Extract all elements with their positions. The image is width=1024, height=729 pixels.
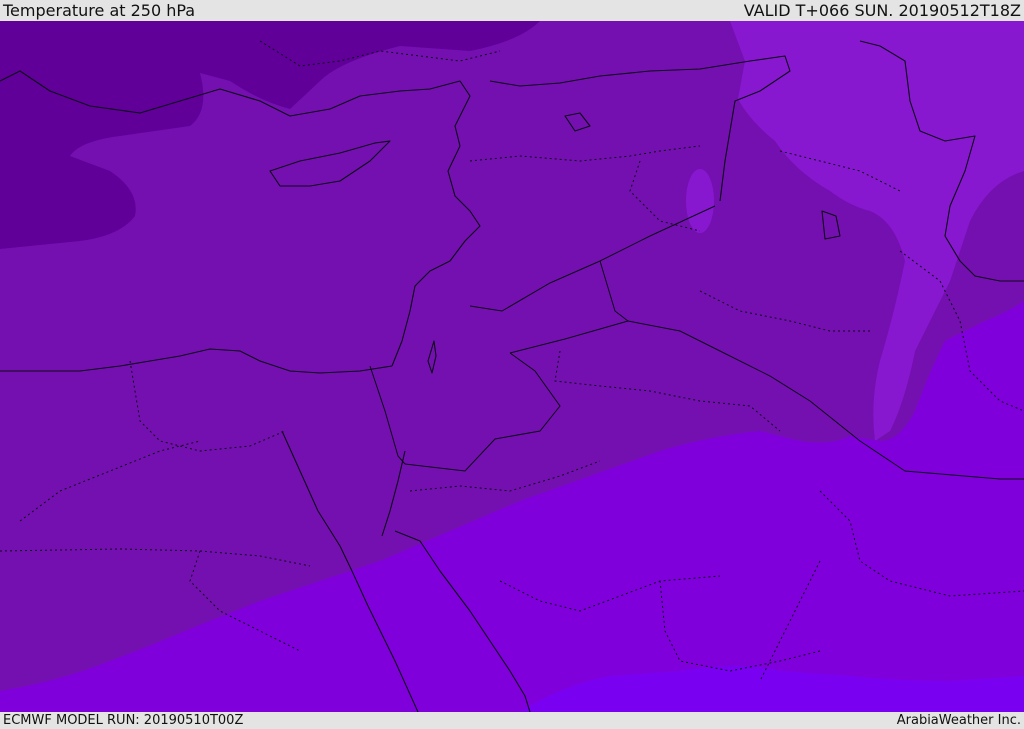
bottom-bar: ECMWF MODEL RUN: 20190510T00Z ArabiaWeat… (0, 712, 1024, 729)
warm-patch-1 (686, 169, 714, 233)
valid-time: VALID T+066 SUN. 20190512T18Z (743, 1, 1021, 20)
model-run: ECMWF MODEL RUN: 20190510T00Z (3, 713, 244, 728)
warm-patch-3 (616, 513, 660, 529)
top-bar: Temperature at 250 hPa VALID T+066 SUN. … (0, 0, 1024, 21)
credit: ArabiaWeather Inc. (896, 713, 1021, 728)
map-panel[interactable] (0, 21, 1024, 712)
warm-patch-2 (764, 101, 796, 121)
temperature-map (0, 21, 1024, 712)
map-title: Temperature at 250 hPa (3, 1, 196, 20)
